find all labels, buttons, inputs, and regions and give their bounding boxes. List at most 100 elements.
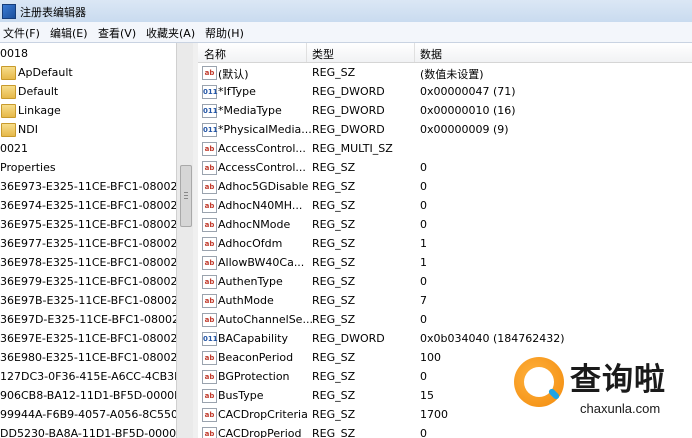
value-row[interactable]: ab (默认) REG_SZ (数值未设置): [198, 63, 692, 82]
value-row[interactable]: ab CACDropPeriod REG_SZ 0: [198, 424, 692, 438]
value-data: 0: [420, 199, 427, 212]
value-row[interactable]: ab AutoChannelSe... REG_SZ 0: [198, 310, 692, 329]
value-type: REG_SZ: [312, 351, 356, 364]
reg-string-icon: ab: [202, 256, 217, 270]
value-name: AuthMode: [218, 294, 274, 307]
value-name: *IfType: [218, 85, 256, 98]
menu-file[interactable]: 文件(F): [3, 25, 40, 41]
value-data: 1: [420, 256, 427, 269]
value-type: REG_DWORD: [312, 85, 385, 98]
value-name: (默认): [218, 68, 249, 81]
value-data: 0: [420, 218, 427, 231]
watermark-url: chaxunla.com: [580, 401, 661, 416]
value-type: REG_SZ: [312, 218, 356, 231]
menu-edit[interactable]: 编辑(E): [50, 25, 88, 41]
tree-item-label: 906CB8-BA12-11D1-BF5D-0000F8: [0, 389, 176, 402]
reg-string-icon: ab: [202, 427, 217, 438]
tree-item-label: 0021: [0, 142, 28, 155]
reg-string-icon: ab: [202, 180, 217, 194]
value-row[interactable]: 011 *PhysicalMedia... REG_DWORD 0x00000009 …: [198, 120, 692, 139]
value-row[interactable]: ab AccessControl... REG_SZ 0: [198, 158, 692, 177]
value-type: REG_SZ: [312, 370, 356, 383]
tree-vertical-scrollbar[interactable]: [176, 43, 194, 438]
tree-item-label: 36E977-E325-11CE-BFC1-08002B: [0, 237, 176, 250]
value-name: BeaconPeriod: [218, 351, 294, 364]
reg-string-icon: ab: [202, 351, 217, 365]
window-title: 注册表编辑器: [20, 6, 86, 19]
value-name: BACapability: [218, 332, 288, 345]
column-header-type[interactable]: 类型: [312, 46, 334, 62]
value-data: 0: [420, 275, 427, 288]
value-row[interactable]: ab AdhocOfdm REG_SZ 1: [198, 234, 692, 253]
list-header: 名称 类型 数据: [198, 43, 692, 63]
value-type: REG_SZ: [312, 199, 356, 212]
value-row[interactable]: ab AdhocNMode REG_SZ 0: [198, 215, 692, 234]
reg-string-icon: ab: [202, 370, 217, 384]
reg-string-icon: ab: [202, 218, 217, 232]
value-row[interactable]: 011 *IfType REG_DWORD 0x00000047 (71): [198, 82, 692, 101]
column-header-data[interactable]: 数据: [420, 46, 442, 62]
menu-view[interactable]: 查看(V): [98, 25, 136, 41]
value-data: 0x00000010 (16): [420, 104, 516, 117]
value-type: REG_SZ: [312, 294, 356, 307]
value-data: 0: [420, 313, 427, 326]
reg-dword-icon: 011: [202, 85, 218, 99]
value-data: 100: [420, 351, 441, 364]
registry-key-tree[interactable]: 0018 ApDefault Default Linkage NDI 0021 Proper…: [0, 43, 176, 438]
tree-item-label: 127DC3-0F36-415E-A6CC-4CB3BE: [0, 370, 176, 383]
value-name: BGProtection: [218, 370, 290, 383]
value-type: REG_SZ: [312, 237, 356, 250]
value-data: 0: [420, 370, 427, 383]
tree-item-label: 36E979-E325-11CE-BFC1-08002B: [0, 275, 176, 288]
value-type: REG_DWORD: [312, 123, 385, 136]
value-name: AdhocN40MH...: [218, 199, 303, 212]
reg-string-icon: ab: [202, 142, 217, 156]
reg-dword-icon: 011: [202, 104, 218, 118]
menu-help[interactable]: 帮助(H): [205, 25, 244, 41]
value-type: REG_SZ: [312, 313, 356, 326]
value-row[interactable]: ab AuthenType REG_SZ 0: [198, 272, 692, 291]
tree-item-label: NDI: [18, 123, 38, 136]
column-header-name[interactable]: 名称: [204, 46, 226, 62]
value-type: REG_SZ: [312, 389, 356, 402]
tree-item-label: 99944A-F6B9-4057-A056-8C5502: [0, 408, 176, 421]
value-name: AllowBW40Ca...: [218, 256, 305, 269]
value-row[interactable]: 011 BACapability REG_DWORD 0x0b034040 (1847…: [198, 329, 692, 348]
value-type: REG_SZ: [312, 408, 356, 421]
scrollbar-thumb[interactable]: [180, 165, 192, 227]
value-row[interactable]: ab AuthMode REG_SZ 7: [198, 291, 692, 310]
value-data: 15: [420, 389, 434, 402]
value-type: REG_SZ: [312, 256, 356, 269]
value-data: 0: [420, 180, 427, 193]
tree-item-label: 36E975-E325-11CE-BFC1-08002B: [0, 218, 176, 231]
title-bar: 注册表编辑器: [0, 0, 692, 22]
value-name: *PhysicalMedia...: [218, 123, 312, 136]
tree-item-label: Default: [18, 85, 59, 98]
watermark-name: 查询啦: [570, 362, 666, 398]
value-data: 0: [420, 427, 427, 438]
value-type: REG_SZ: [312, 275, 356, 288]
value-row[interactable]: 011 *MediaType REG_DWORD 0x00000010 (16): [198, 101, 692, 120]
value-data: 0: [420, 161, 427, 174]
value-type: REG_DWORD: [312, 104, 385, 117]
tree-item-label: 36E978-E325-11CE-BFC1-08002B: [0, 256, 176, 269]
reg-string-icon: ab: [202, 408, 217, 422]
value-name: BusType: [218, 389, 264, 402]
value-name: AuthenType: [218, 275, 283, 288]
folder-icon: [1, 66, 16, 80]
value-data: 1700: [420, 408, 448, 421]
value-row[interactable]: ab AccessControl... REG_MULTI_SZ: [198, 139, 692, 158]
value-row[interactable]: ab Adhoc5GDisable REG_SZ 0: [198, 177, 692, 196]
tree-item-label: Linkage: [18, 104, 61, 117]
menu-favorites[interactable]: 收藏夹(A): [146, 25, 195, 41]
tree-item-label: 36E973-E325-11CE-BFC1-08002B: [0, 180, 176, 193]
value-row[interactable]: ab AdhocN40MH... REG_SZ 0: [198, 196, 692, 215]
value-row[interactable]: ab AllowBW40Ca... REG_SZ 1: [198, 253, 692, 272]
menu-bar: 文件(F) 编辑(E) 查看(V) 收藏夹(A) 帮助(H): [0, 22, 692, 43]
tree-item-label: 36E97B-E325-11CE-BFC1-08002B: [0, 294, 176, 307]
value-type: REG_DWORD: [312, 332, 385, 345]
folder-icon: [1, 85, 16, 99]
reg-string-icon: ab: [202, 199, 217, 213]
tree-item-label: Properties: [0, 161, 56, 174]
folder-icon: [1, 123, 16, 137]
